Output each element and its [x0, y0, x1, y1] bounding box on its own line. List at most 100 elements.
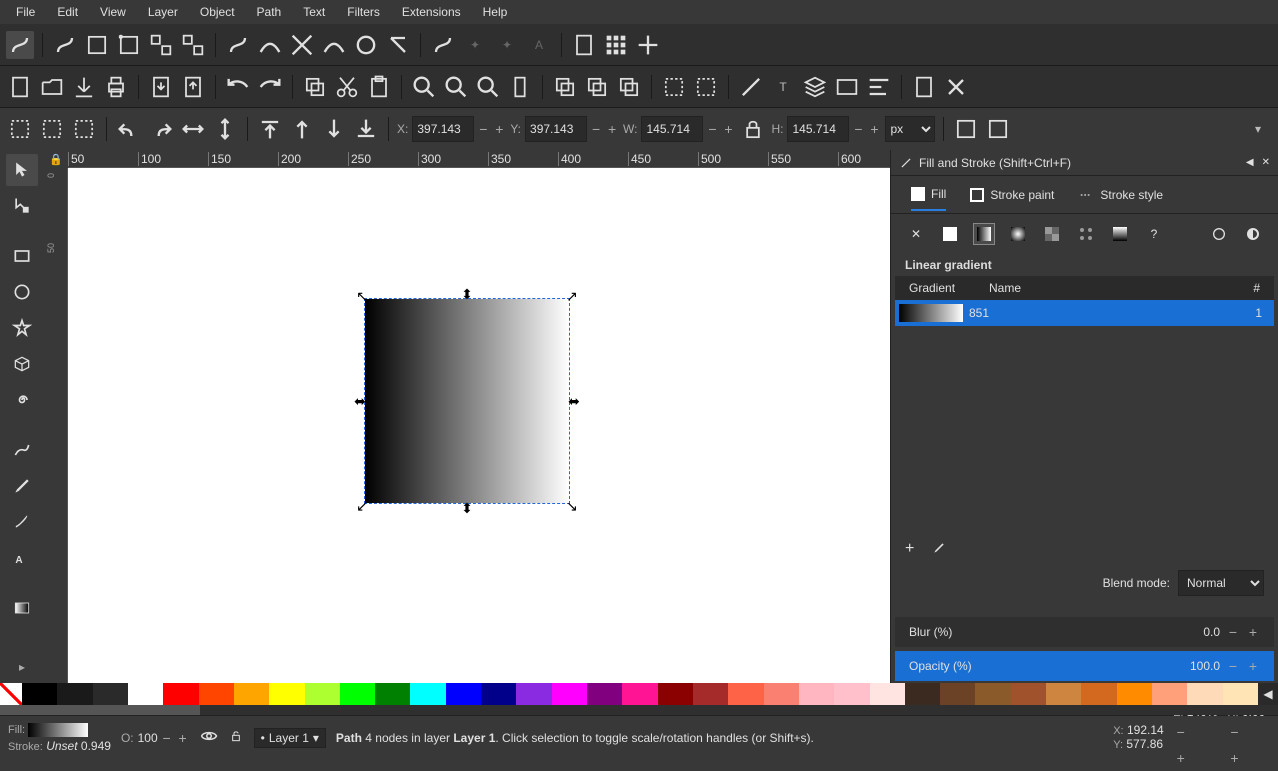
h-minus[interactable]: − — [851, 116, 865, 142]
w-input[interactable] — [641, 116, 703, 142]
paint-unknown[interactable]: ? — [1143, 223, 1165, 245]
snap-line-icon[interactable] — [384, 31, 412, 59]
new-icon[interactable] — [6, 73, 34, 101]
color-swatch[interactable] — [481, 683, 516, 705]
menu-file[interactable]: File — [6, 1, 45, 23]
menu-view[interactable]: View — [90, 1, 136, 23]
paint-none[interactable]: ✕ — [905, 223, 927, 245]
lower-bottom-icon[interactable] — [352, 115, 380, 143]
paint-flat[interactable] — [939, 223, 961, 245]
visibility-icon[interactable] — [200, 727, 218, 748]
select-original-icon[interactable] — [615, 73, 643, 101]
menu-object[interactable]: Object — [190, 1, 245, 23]
paint-hole[interactable] — [1208, 223, 1230, 245]
menu-layer[interactable]: Layer — [138, 1, 188, 23]
color-palette[interactable] — [22, 683, 1258, 705]
ellipse-tool[interactable] — [6, 276, 38, 308]
import-icon[interactable] — [147, 73, 175, 101]
w-plus[interactable]: + — [721, 116, 735, 142]
color-swatch[interactable] — [163, 683, 198, 705]
snap-icon[interactable] — [6, 31, 34, 59]
menu-help[interactable]: Help — [473, 1, 518, 23]
doc-prefs-icon[interactable] — [942, 73, 970, 101]
menu-path[interactable]: Path — [247, 1, 292, 23]
gradient-edit-icon[interactable] — [932, 541, 946, 558]
menu-extensions[interactable]: Extensions — [392, 1, 471, 23]
color-swatch[interactable] — [1011, 683, 1046, 705]
snap-midpoint-icon[interactable] — [147, 31, 175, 59]
menu-edit[interactable]: Edit — [47, 1, 88, 23]
rotate-cw-icon[interactable] — [147, 115, 175, 143]
paste-icon[interactable] — [365, 73, 393, 101]
snap-path-icon[interactable] — [256, 31, 284, 59]
color-swatch[interactable] — [375, 683, 410, 705]
transform-stroke-icon[interactable] — [952, 115, 980, 143]
raise-icon[interactable] — [288, 115, 316, 143]
opacity-slider[interactable]: Opacity (%) 100.0 −+ — [895, 651, 1274, 681]
snap-intersect-icon[interactable] — [288, 31, 316, 59]
lower-icon[interactable] — [320, 115, 348, 143]
color-swatch[interactable] — [22, 683, 57, 705]
handle-e[interactable]: ⬌ — [569, 396, 579, 406]
print-icon[interactable] — [102, 73, 130, 101]
paint-mesh[interactable] — [1109, 223, 1131, 245]
undo-icon[interactable] — [224, 73, 252, 101]
select-all-layers-icon[interactable] — [38, 115, 66, 143]
snap-bbox-icon[interactable] — [51, 31, 79, 59]
ruler-horizontal[interactable]: 5010015020025030035040045050055060065070… — [68, 150, 890, 168]
layers-icon[interactable] — [801, 73, 829, 101]
gradient-row[interactable]: 851 1 — [895, 300, 1274, 326]
copy-icon[interactable] — [301, 73, 329, 101]
flip-h-icon[interactable] — [179, 115, 207, 143]
snap-page-icon[interactable] — [570, 31, 598, 59]
canvas[interactable]: ↖ ⬍ ↗ ⬌ ⬌ ↙ ⬍ ↘ — [68, 168, 890, 683]
color-swatch[interactable] — [128, 683, 163, 705]
tab-stroke-style[interactable]: Stroke style — [1078, 188, 1163, 210]
color-swatch[interactable] — [446, 683, 481, 705]
paint-pattern[interactable] — [1041, 223, 1063, 245]
snap-guide-icon[interactable] — [634, 31, 662, 59]
snap-center-icon[interactable] — [179, 31, 207, 59]
palette-scrollbar[interactable] — [0, 705, 1278, 715]
snap-node-icon[interactable] — [224, 31, 252, 59]
snap-cusp-icon[interactable] — [320, 31, 348, 59]
deselect-icon[interactable] — [70, 115, 98, 143]
paint-linear[interactable] — [973, 223, 995, 245]
color-swatch[interactable] — [516, 683, 551, 705]
color-swatch[interactable] — [1046, 683, 1081, 705]
spiral-tool[interactable] — [6, 384, 38, 416]
color-swatch[interactable] — [799, 683, 834, 705]
handle-ne[interactable]: ↗ — [567, 291, 577, 301]
color-swatch[interactable] — [1152, 683, 1187, 705]
color-swatch[interactable] — [834, 683, 869, 705]
unlink-clone-icon[interactable] — [583, 73, 611, 101]
panel-close-icon[interactable]: ✕ — [1262, 157, 1270, 168]
layer-lock-icon[interactable] — [228, 728, 244, 747]
snap-corner-icon[interactable] — [115, 31, 143, 59]
menu-text[interactable]: Text — [293, 1, 335, 23]
clone-icon[interactable] — [551, 73, 579, 101]
box3d-tool[interactable] — [6, 348, 38, 380]
ruler-vertical[interactable]: 050 — [44, 168, 68, 683]
snap-grid-icon[interactable] — [602, 31, 630, 59]
color-swatch[interactable] — [728, 683, 763, 705]
h-input[interactable] — [787, 116, 849, 142]
color-swatch[interactable] — [658, 683, 693, 705]
text-icon[interactable]: T — [769, 73, 797, 101]
handle-sw[interactable]: ↙ — [357, 501, 367, 511]
x-plus[interactable]: + — [492, 116, 506, 142]
save-icon[interactable] — [70, 73, 98, 101]
h-plus[interactable]: + — [867, 116, 881, 142]
blend-mode-select[interactable]: Normal — [1178, 570, 1264, 596]
prefs-icon[interactable] — [910, 73, 938, 101]
flip-v-icon[interactable] — [211, 115, 239, 143]
paint-radial[interactable] — [1007, 223, 1029, 245]
gradient-add-icon[interactable]: + — [905, 540, 914, 558]
node-tool[interactable] — [6, 190, 38, 222]
lock-aspect-icon[interactable] — [739, 115, 767, 143]
calligraphy-tool[interactable] — [6, 506, 38, 538]
snap-text-icon[interactable]: A — [525, 31, 553, 59]
y-input[interactable] — [525, 116, 587, 142]
handle-s[interactable]: ⬍ — [462, 503, 472, 513]
pencil-tool[interactable] — [6, 434, 38, 466]
